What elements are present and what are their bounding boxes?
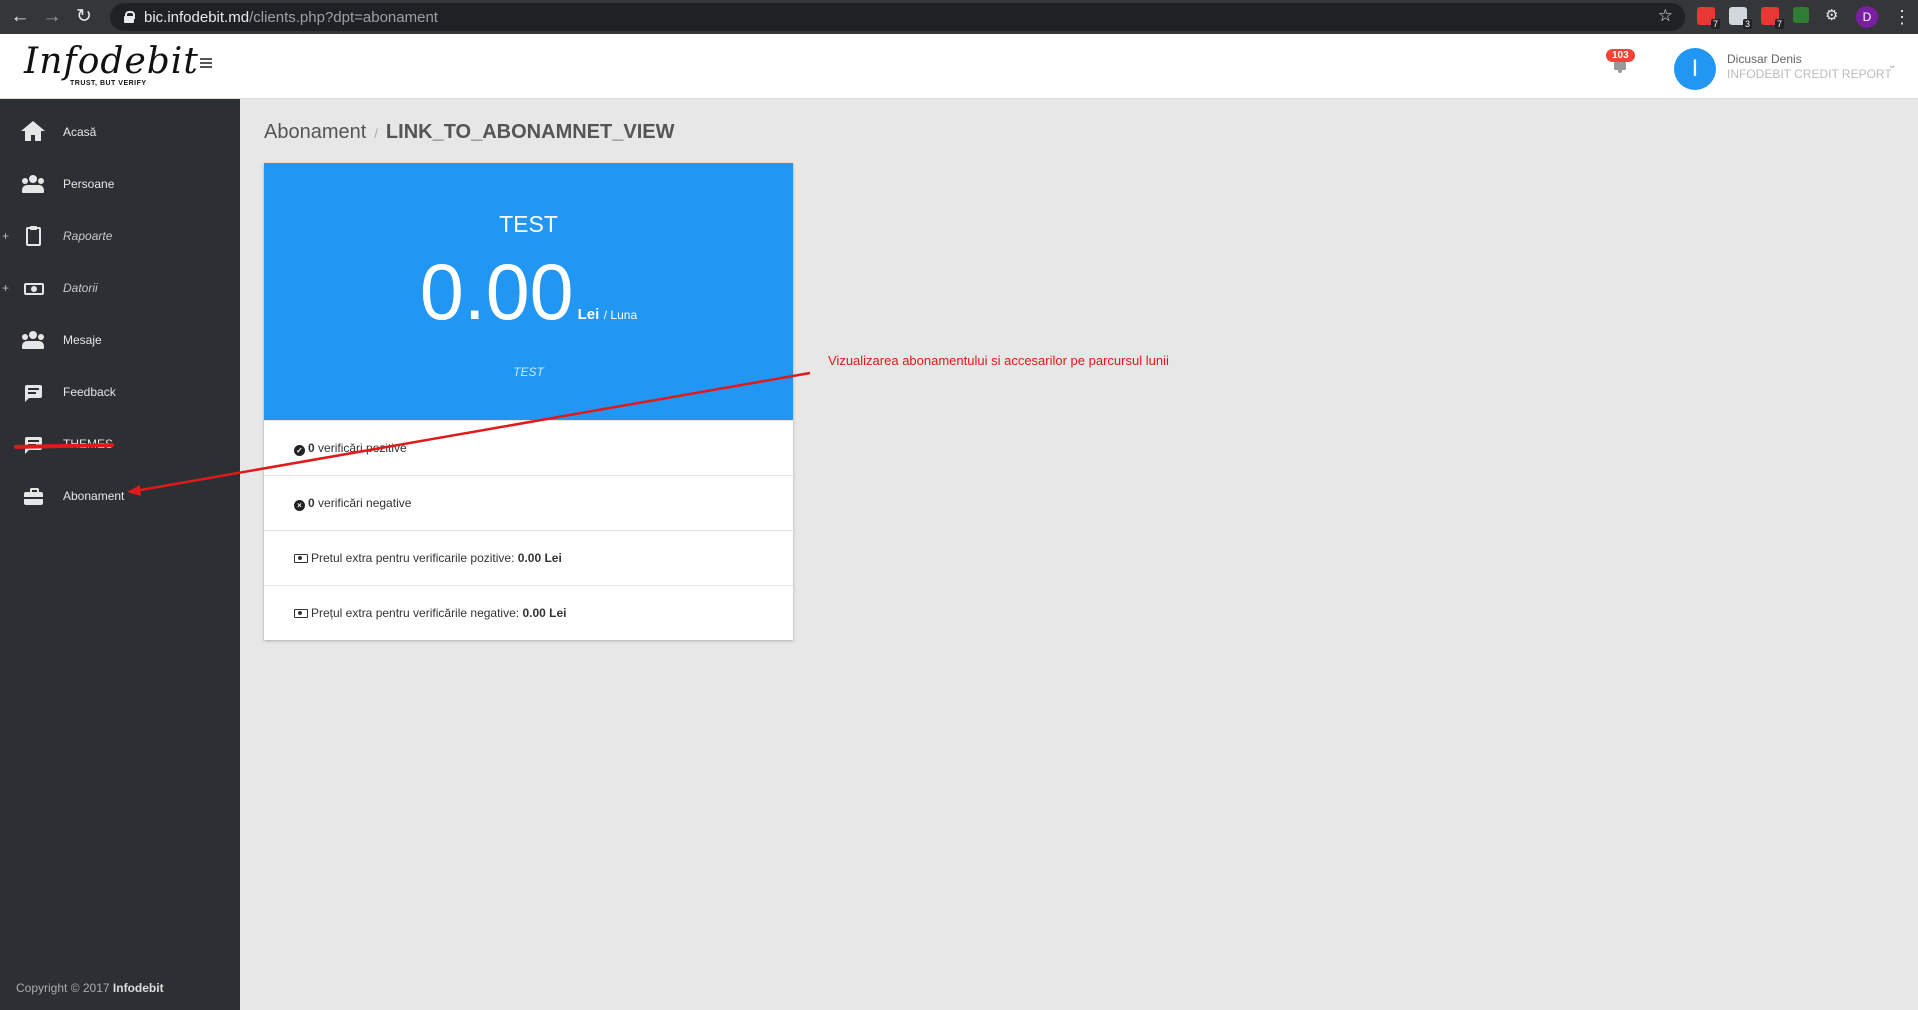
sidebar-item-abonament[interactable]: Abonament: [0, 471, 240, 523]
url-host: bic.infodebit.md: [144, 8, 250, 26]
money-icon: [22, 279, 44, 299]
check-circle-icon: ✓: [294, 445, 305, 456]
money-icon: [294, 609, 308, 618]
extension-badge: 3: [1742, 19, 1752, 29]
forward-icon[interactable]: →: [40, 5, 64, 29]
sidebar-item-rapoarte[interactable]: + Rapoarte: [0, 211, 240, 263]
user-role: INFODEBIT CREDIT REPORT: [1727, 67, 1892, 81]
mail-extension-icon[interactable]: 3: [1729, 7, 1752, 29]
extra-negative-label: Prețul extra pentru verificările negativ…: [311, 606, 520, 620]
copyright: Copyright © 2017 Infodebit: [16, 981, 164, 995]
reload-icon[interactable]: ↻: [72, 5, 96, 29]
clipboard-icon: [22, 226, 44, 247]
user-name[interactable]: Dicusar Denis: [1727, 52, 1802, 66]
address-bar[interactable]: bic.infodebit.md/clients.php?dpt=aboname…: [110, 3, 1685, 31]
extra-positive-value: 0.00 Lei: [517, 551, 562, 565]
people-icon: [22, 175, 44, 195]
x-circle-icon: ×: [294, 500, 305, 511]
plan-description: TEST: [513, 365, 544, 379]
positive-count: 0: [308, 441, 315, 455]
extra-negative-price-row: Prețul extra pentru verificările negativ…: [264, 585, 793, 640]
sidebar-item-label: Abonament: [63, 489, 125, 503]
pen-extension-icon[interactable]: [1793, 7, 1809, 23]
app-header: Infodebit TRUST, BUT VERIFY 103 I Dicusa…: [0, 34, 1918, 99]
money-icon: [294, 554, 308, 563]
back-icon[interactable]: ←: [8, 5, 32, 29]
chevron-down-icon[interactable]: ⌄: [1888, 60, 1896, 71]
sidebar-item-datorii[interactable]: + Datorii: [0, 263, 240, 315]
sidebar-item-label: Mesaje: [63, 333, 102, 347]
people-icon: [22, 331, 44, 351]
sidebar-item-persoane[interactable]: Persoane: [0, 159, 240, 211]
expand-plus-icon[interactable]: +: [2, 229, 9, 243]
logo[interactable]: Infodebit TRUST, BUT VERIFY: [24, 41, 199, 92]
breadcrumb-parent[interactable]: Abonament: [264, 121, 366, 143]
plan-period: / Luna: [603, 308, 638, 322]
sidebar: Acasă Persoane + Rapoarte + Datorii Mesa…: [0, 99, 240, 1010]
profile-avatar[interactable]: D: [1856, 6, 1878, 28]
subscription-card: TEST 0.00 Lei / Luna TEST ✓ 0 verificări p…: [264, 163, 793, 640]
extra-negative-value: 0.00 Lei: [522, 606, 567, 620]
negative-label: verificări negative: [318, 496, 412, 510]
sidebar-item-label: Rapoarte: [63, 229, 113, 243]
subscription-card-header: TEST 0.00 Lei / Luna TEST: [264, 163, 793, 420]
sidebar-item-feedback[interactable]: Feedback: [0, 367, 240, 419]
sidebar-item-label: Acasă: [63, 125, 97, 139]
negative-count: 0: [308, 496, 315, 510]
breadcrumb: Abonament / LINK_TO_ABONAMNET_VIEW: [264, 121, 674, 144]
home-icon: [21, 121, 45, 143]
plan-currency: Lei: [577, 306, 600, 323]
browser-toolbar: ← → ↻ bic.infodebit.md/clients.php?dpt=a…: [0, 0, 1918, 34]
sidebar-item-label: Persoane: [63, 177, 115, 191]
user-avatar[interactable]: I: [1674, 48, 1716, 90]
extension-badge: 7: [1774, 19, 1784, 29]
positive-label: verificări pozitive: [318, 441, 407, 455]
breadcrumb-current: LINK_TO_ABONAMNET_VIEW: [385, 121, 675, 143]
plan-name: TEST: [499, 211, 558, 237]
logo-tagline: TRUST, BUT VERIFY: [70, 80, 147, 87]
negative-checks-row: × 0 verificări negative: [264, 475, 793, 530]
copyright-brand: Infodebit: [112, 981, 164, 995]
positive-checks-row: ✓ 0 verificări pozitive: [264, 420, 793, 475]
plan-price-row: 0.00 Lei / Luna: [264, 247, 793, 337]
url-path: /clients.php?dpt=abonament: [249, 8, 438, 26]
calendar-extension-icon[interactable]: 7: [1761, 7, 1784, 29]
menu-toggle-icon[interactable]: [200, 58, 212, 68]
bookmark-star-icon[interactable]: ☆: [1658, 6, 1673, 26]
plan-price: 0.00: [419, 247, 574, 336]
chat-icon: [22, 383, 44, 403]
lock-icon: [124, 11, 135, 23]
sidebar-item-mesaje[interactable]: Mesaje: [0, 315, 240, 367]
annotation-text: Vizualizarea abonamentului si accesarilo…: [828, 353, 1169, 368]
sidebar-item-themes[interactable]: THEMES: [0, 419, 240, 471]
copyright-text: Copyright © 2017: [16, 981, 110, 995]
puzzle-icon[interactable]: ⚙: [1825, 7, 1843, 25]
breadcrumb-separator: /: [374, 126, 378, 141]
expand-plus-icon[interactable]: +: [2, 281, 9, 295]
extension-badge: 7: [1710, 19, 1720, 29]
extra-positive-label: Pretul extra pentru verificarile pozitiv…: [311, 551, 515, 565]
sidebar-item-label: Feedback: [63, 385, 116, 399]
menu-kebab-icon[interactable]: ⋮: [1893, 6, 1911, 28]
extra-positive-price-row: Pretul extra pentru verificarile pozitiv…: [264, 530, 793, 585]
extension-icon-1[interactable]: 7: [1697, 7, 1720, 29]
sidebar-item-label: Datorii: [63, 281, 98, 295]
notification-badge[interactable]: 103: [1606, 49, 1635, 62]
sidebar-item-acasa[interactable]: Acasă: [0, 107, 240, 159]
briefcase-icon: [22, 487, 44, 507]
logo-text: Infodebit: [24, 41, 199, 82]
